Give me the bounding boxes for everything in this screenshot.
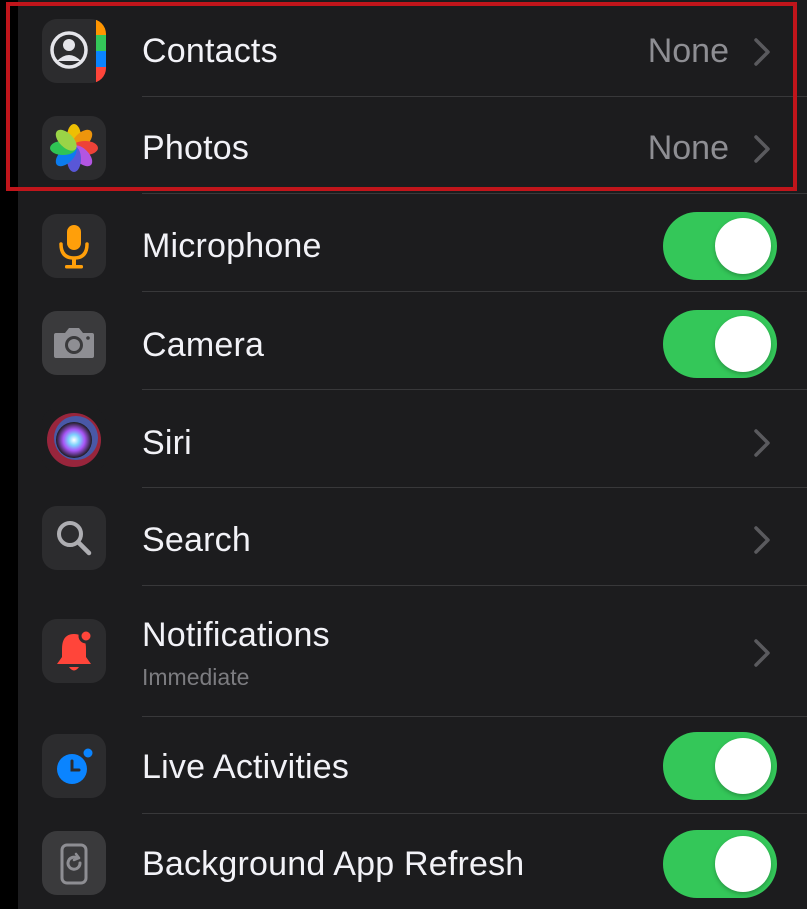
siri-label: Siri — [142, 424, 192, 462]
search-icon — [42, 506, 106, 570]
chevron-right-icon — [753, 525, 771, 555]
camera-row: Camera — [18, 292, 807, 390]
notifications-label: Notifications — [142, 616, 330, 654]
live-activities-toggle[interactable] — [663, 732, 777, 800]
chevron-right-icon — [753, 428, 771, 458]
live-activities-icon — [42, 734, 106, 798]
live-activities-label: Live Activities — [142, 748, 350, 786]
contacts-label: Contacts — [142, 32, 278, 70]
background-app-refresh-label: Background App Refresh — [142, 845, 525, 883]
microphone-toggle[interactable] — [663, 212, 777, 280]
siri-row[interactable]: Siri — [18, 390, 807, 488]
chevron-right-icon — [753, 37, 771, 67]
toggle-knob — [715, 218, 771, 274]
photos-label: Photos — [142, 129, 250, 167]
photos-row[interactable]: Photos None — [18, 97, 807, 194]
toggle-knob — [715, 738, 771, 794]
background-app-refresh-toggle[interactable] — [663, 830, 777, 898]
background-app-refresh-row: Background App Refresh — [18, 814, 807, 909]
chevron-right-icon — [753, 134, 771, 164]
contacts-value: None — [647, 32, 729, 70]
contacts-row[interactable]: Contacts None — [18, 0, 807, 97]
toggle-knob — [715, 836, 771, 892]
settings-screen: Contacts None Photos None Microphone Cam… — [0, 0, 807, 909]
camera-toggle[interactable] — [663, 310, 777, 378]
live-activities-row: Live Activities — [18, 717, 807, 814]
siri-icon — [42, 408, 106, 472]
microphone-icon — [42, 214, 106, 278]
microphone-label: Microphone — [142, 227, 322, 265]
notifications-icon — [42, 619, 106, 683]
chevron-right-icon — [753, 638, 771, 668]
notifications-row[interactable]: Notifications Immediate — [18, 586, 807, 717]
notifications-sublabel: Immediate — [142, 664, 250, 690]
camera-label: Camera — [142, 326, 265, 364]
contacts-icon — [42, 19, 106, 83]
permissions-list: Contacts None Photos None Microphone Cam… — [18, 0, 807, 909]
photos-value: None — [647, 129, 729, 167]
microphone-row: Microphone — [18, 194, 807, 292]
search-row[interactable]: Search — [18, 488, 807, 586]
camera-icon — [42, 311, 106, 375]
photos-icon — [42, 116, 106, 180]
toggle-knob — [715, 316, 771, 372]
search-label: Search — [142, 521, 251, 559]
background-app-refresh-icon — [42, 831, 106, 895]
